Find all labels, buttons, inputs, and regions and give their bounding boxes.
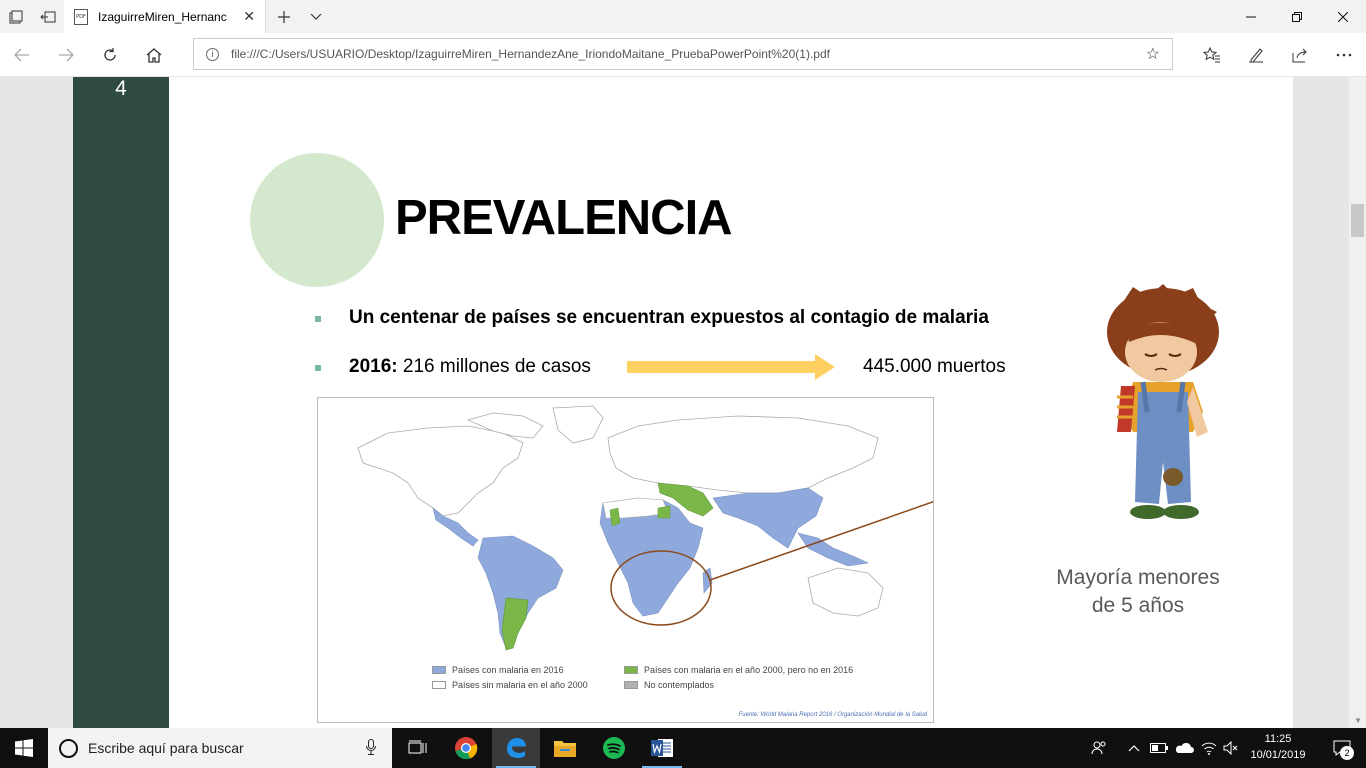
arrow-head <box>815 354 835 380</box>
edge-icon[interactable] <box>492 728 540 768</box>
legend-swatch <box>432 666 446 674</box>
address-bar[interactable]: i file:///C:/Users/USUARIO/Desktop/Izagu… <box>193 38 1173 70</box>
favorites-hub-icon[interactable] <box>1196 39 1228 71</box>
microphone-icon[interactable] <box>366 738 376 758</box>
chrome-icon[interactable] <box>442 728 490 768</box>
url-text[interactable]: file:///C:/Users/USUARIO/Desktop/Izaguir… <box>231 47 830 61</box>
bullet-text-countries: Un centenar de países se encuentran expu… <box>349 307 989 328</box>
slide-page: 4 PREVALENCIA Un centenar de países se e… <box>73 77 1293 728</box>
wifi-icon[interactable] <box>1198 728 1220 768</box>
navigation-bar: i file:///C:/Users/USUARIO/Desktop/Izagu… <box>0 33 1366 77</box>
slide-caption: Mayoría menores de 5 años <box>1013 564 1263 620</box>
scroll-down-icon[interactable]: ▼ <box>1354 716 1362 725</box>
forward-icon[interactable] <box>50 39 82 71</box>
cases-text: 216 millones de casos <box>397 356 591 377</box>
action-center-icon[interactable]: 2 <box>1322 728 1362 768</box>
new-tab-icon[interactable] <box>268 0 300 33</box>
scrollbar-thumb[interactable] <box>1351 204 1364 237</box>
slide-number: 4 <box>115 77 127 100</box>
cortana-icon <box>59 738 78 758</box>
browser-title-bar: PDF IzaguirreMiren_Hernanc ✕ <box>0 0 1366 33</box>
title-decoration-circle <box>250 153 384 287</box>
close-window-icon[interactable] <box>1320 0 1366 33</box>
pdf-file-icon: PDF <box>74 8 88 25</box>
legend-swatch <box>624 666 638 674</box>
clock-date: 10/01/2019 <box>1250 749 1306 761</box>
legend-not-included: No contemplados <box>624 680 714 690</box>
set-tabs-aside-icon[interactable] <box>32 0 64 33</box>
vertical-scrollbar[interactable]: ▼ <box>1349 77 1366 728</box>
legend-label: Países sin malaria en el año 2000 <box>452 680 588 690</box>
system-clock[interactable]: 11:25 10/01/2019 <box>1244 731 1312 763</box>
caption-line: de 5 años <box>1091 594 1185 617</box>
bullet-marker <box>315 316 321 322</box>
legend-malaria-2016: Países con malaria en 2016 <box>432 665 564 675</box>
add-notes-icon[interactable] <box>1240 39 1272 71</box>
legend-label: Países con malaria en el año 2000, pero … <box>644 665 854 675</box>
close-tab-icon[interactable]: ✕ <box>243 8 255 25</box>
favorite-star-icon[interactable]: ☆ <box>1146 44 1160 64</box>
notification-badge: 2 <box>1340 746 1354 760</box>
restore-icon[interactable] <box>1274 0 1320 33</box>
clock-time: 11:25 <box>1264 733 1292 745</box>
search-placeholder[interactable]: Escribe aquí para buscar <box>88 740 244 756</box>
legend-no-malaria-2000: Países sin malaria en el año 2000 <box>432 680 588 690</box>
show-hidden-icons-chevron[interactable] <box>1124 728 1144 768</box>
back-icon[interactable] <box>6 39 38 71</box>
home-icon[interactable] <box>138 39 170 71</box>
slide-sidebar <box>73 77 169 728</box>
file-explorer-icon[interactable] <box>541 728 589 768</box>
year-label: 2016: <box>349 356 398 377</box>
more-options-icon[interactable] <box>1328 39 1360 71</box>
legend-swatch <box>432 681 446 689</box>
legend-label: No contemplados <box>644 680 715 690</box>
onedrive-cloud-icon[interactable] <box>1172 728 1196 768</box>
world-map-graphic <box>357 405 1059 651</box>
child-illustration <box>1107 284 1219 519</box>
share-icon[interactable] <box>1284 39 1316 71</box>
caption-line: Mayoría menores <box>1056 566 1220 589</box>
windows-taskbar: Escribe aquí para buscar 11:25 10/01/201… <box>0 728 1366 768</box>
arrow-right-icon <box>627 361 817 373</box>
site-info-icon[interactable]: i <box>206 47 219 61</box>
pdf-viewer[interactable]: 4 PREVALENCIA Un centenar de países se e… <box>0 77 1366 728</box>
spotify-icon[interactable] <box>590 728 638 768</box>
tab-pdf-document[interactable]: PDF IzaguirreMiren_Hernanc ✕ <box>64 0 266 33</box>
malaria-world-map: Países con malaria en 2016 Países sin ma… <box>317 397 1059 723</box>
map-source: Fuente: World Malaria Report 2016 / Orga… <box>738 712 927 718</box>
battery-icon[interactable] <box>1148 728 1170 768</box>
tab-manager-icon[interactable] <box>0 0 32 33</box>
task-view-icon[interactable] <box>394 728 442 768</box>
taskbar-search-box[interactable]: Escribe aquí para buscar <box>48 728 392 768</box>
people-icon[interactable] <box>1086 728 1112 768</box>
minimize-icon[interactable] <box>1228 0 1274 33</box>
legend-swatch <box>624 681 638 689</box>
bullet-text-cases: 2016: 216 millones de casos <box>349 356 591 378</box>
tab-title: IzaguirreMiren_Hernanc <box>98 9 227 24</box>
windows-start-icon[interactable] <box>0 728 48 768</box>
tab-preview-chevron-icon[interactable] <box>300 0 332 33</box>
legend-malaria-2000-only: Países con malaria en el año 2000, pero … <box>624 665 853 675</box>
word-icon[interactable] <box>638 728 686 768</box>
slide-title: PREVALENCIA <box>395 191 733 245</box>
volume-muted-icon[interactable] <box>1220 728 1242 768</box>
deaths-text: 445.000 muertos <box>863 356 1006 377</box>
bullet-marker <box>315 365 321 371</box>
legend-label: Países con malaria en 2016 <box>452 665 564 675</box>
refresh-icon[interactable] <box>94 39 126 71</box>
